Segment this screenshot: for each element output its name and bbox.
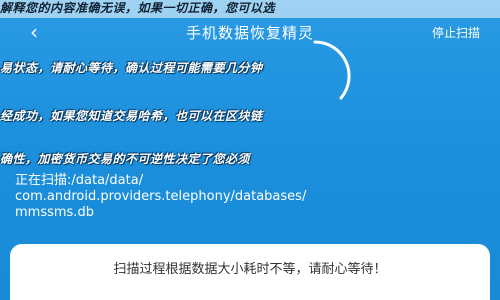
notice-text: 扫描过程根据数据大小耗时不等，请耐心等待！ — [113, 262, 387, 277]
top-bar: ‹ 手机数据恢复精灵 停止扫描 — [0, 18, 500, 48]
overlay-text-3: 经成功，如果您知道交易哈希，也可以在区块链 — [0, 109, 263, 123]
scan-path-line-2: com.android.providers.telephony/database… — [15, 189, 307, 204]
notice-sheet: 扫描过程根据数据大小耗时不等，请耐心等待！ — [10, 244, 490, 300]
overlay-text-4: 确性，加密货币交易的不可逆性决定了您必须 — [0, 152, 251, 166]
scan-status: 正在扫描:/data/data/ com.android.providers.t… — [15, 173, 485, 221]
overlay-text-2: 易状态，请耐心等待，确认过程可能需要几分钟 — [0, 61, 263, 75]
progress-ring — [313, 40, 351, 100]
app-screen: 解释您的内容准确无误，如果一切正确，您可以选 ‹ 手机数据恢复精灵 停止扫描 易… — [0, 0, 500, 300]
scan-path-line-1: /data/data/ — [71, 173, 144, 188]
scan-label: 正在扫描: — [15, 173, 72, 188]
stop-scan-button[interactable]: 停止扫描 — [432, 24, 480, 41]
overlay-text-1: 解释您的内容准确无误，如果一切正确，您可以选 — [0, 0, 500, 18]
scan-path-line-3: mmssms.db — [15, 205, 94, 220]
app-title: 手机数据恢复精灵 — [185, 24, 314, 42]
